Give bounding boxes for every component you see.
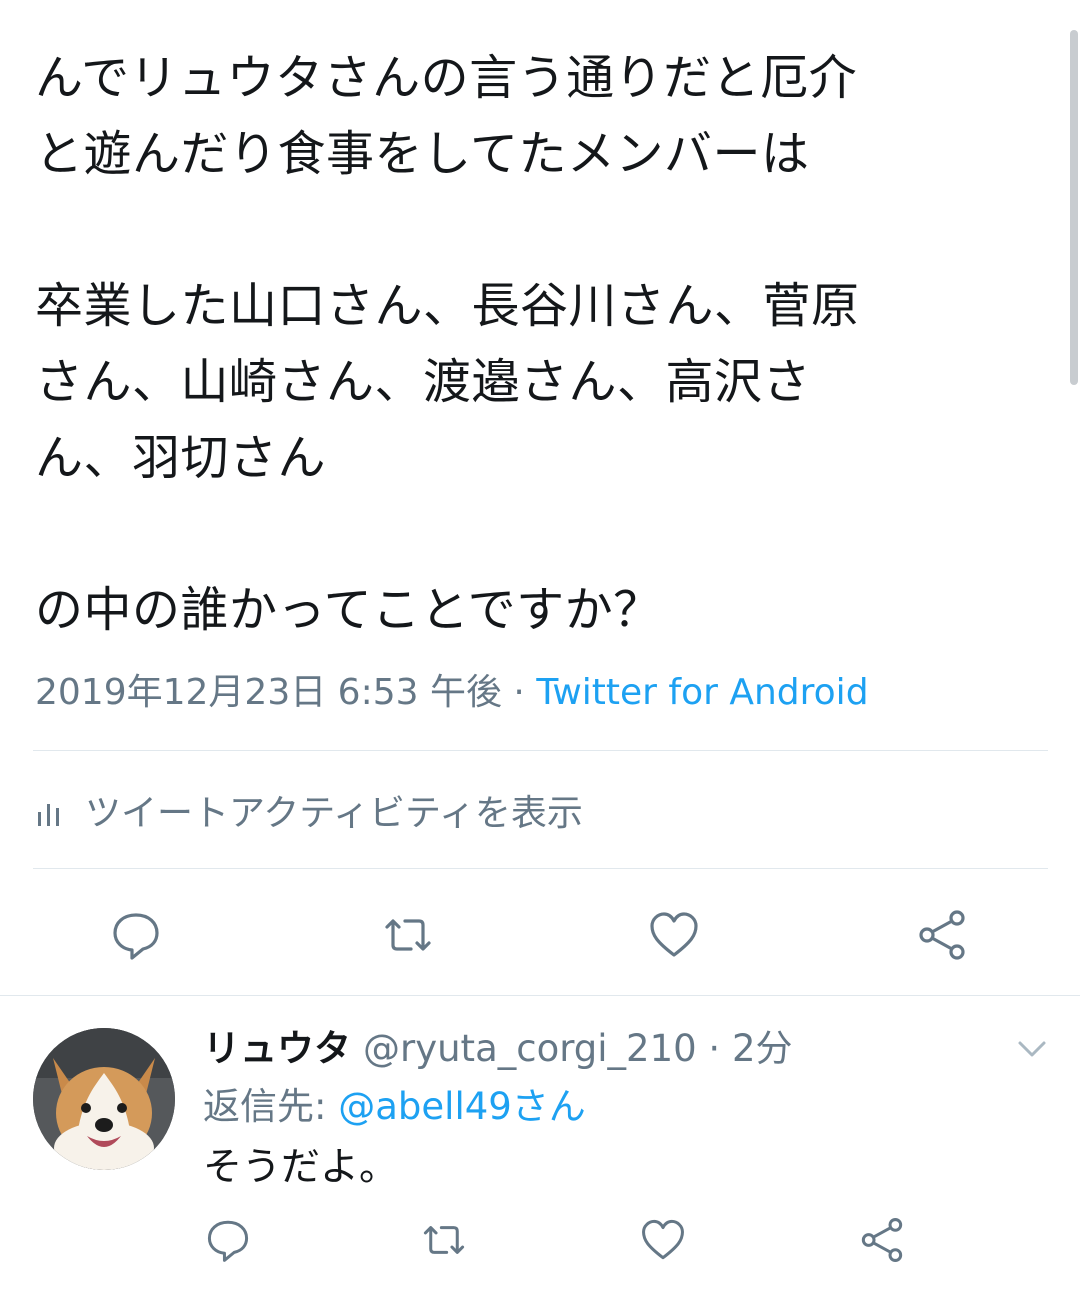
tweet-timestamp[interactable]: 2019年12月23日 6:53 午後 (35, 672, 502, 713)
reply-display-name[interactable]: リュウタ (203, 1027, 351, 1070)
reply-action-bar (0, 1212, 1080, 1272)
reply-handle[interactable]: @ryuta_corgi_210 (363, 1027, 697, 1070)
activity-label: ツイートアクティビティを表示 (85, 793, 583, 834)
section-divider (0, 995, 1080, 996)
divider (33, 868, 1048, 869)
reply-bubble-icon (113, 913, 159, 960)
scrollbar-thumb[interactable] (1070, 30, 1078, 385)
tweet-activity-link[interactable]: ツイートアクティビティを表示 (35, 786, 583, 842)
scrollbar[interactable] (1068, 0, 1080, 390)
reply-button[interactable] (106, 905, 166, 965)
tweet-text: んでリュウタさんの言う通りだと厄介 と遊んだり食事をしてたメンバーは 卒業した山… (35, 50, 860, 638)
avatar[interactable] (33, 1028, 175, 1170)
activity-bars-icon (38, 804, 59, 826)
reply-like-button[interactable] (638, 1212, 688, 1268)
reply-to-mention[interactable]: @abell49さん (338, 1085, 586, 1128)
reply-retweet-button[interactable] (418, 1212, 470, 1268)
heart-icon (642, 1219, 684, 1260)
like-button[interactable] (644, 905, 704, 965)
tweet-action-bar (0, 905, 1080, 965)
meta-separator: · (501, 672, 537, 713)
retweet-button[interactable] (378, 905, 438, 965)
reply-bubble-icon (207, 1220, 249, 1262)
divider (33, 750, 1048, 751)
retweet-icon (423, 1226, 465, 1254)
share-icon (919, 910, 965, 960)
heart-icon (650, 912, 698, 957)
reply-share-button[interactable] (856, 1212, 908, 1268)
reply-text: そうだよ。 (203, 1145, 399, 1190)
share-icon (861, 1218, 903, 1262)
tweet-source-link[interactable]: Twitter for Android (536, 672, 868, 713)
reply-header: リュウタ @ryuta_corgi_210 · 2分 (203, 1022, 793, 1076)
retweet-icon (385, 919, 431, 951)
tweet-meta: 2019年12月23日 6:53 午後 · Twitter for Androi… (35, 668, 869, 718)
reply-to-label: 返信先: (203, 1085, 339, 1128)
corgi-avatar-image (33, 1028, 175, 1170)
reply-to-line: 返信先: @abell49さん (203, 1080, 586, 1134)
share-button[interactable] (912, 905, 972, 965)
reply-reply-button[interactable] (203, 1212, 253, 1268)
chevron-down-icon[interactable] (1012, 1034, 1052, 1064)
reply-time: · 2分 (696, 1027, 793, 1070)
